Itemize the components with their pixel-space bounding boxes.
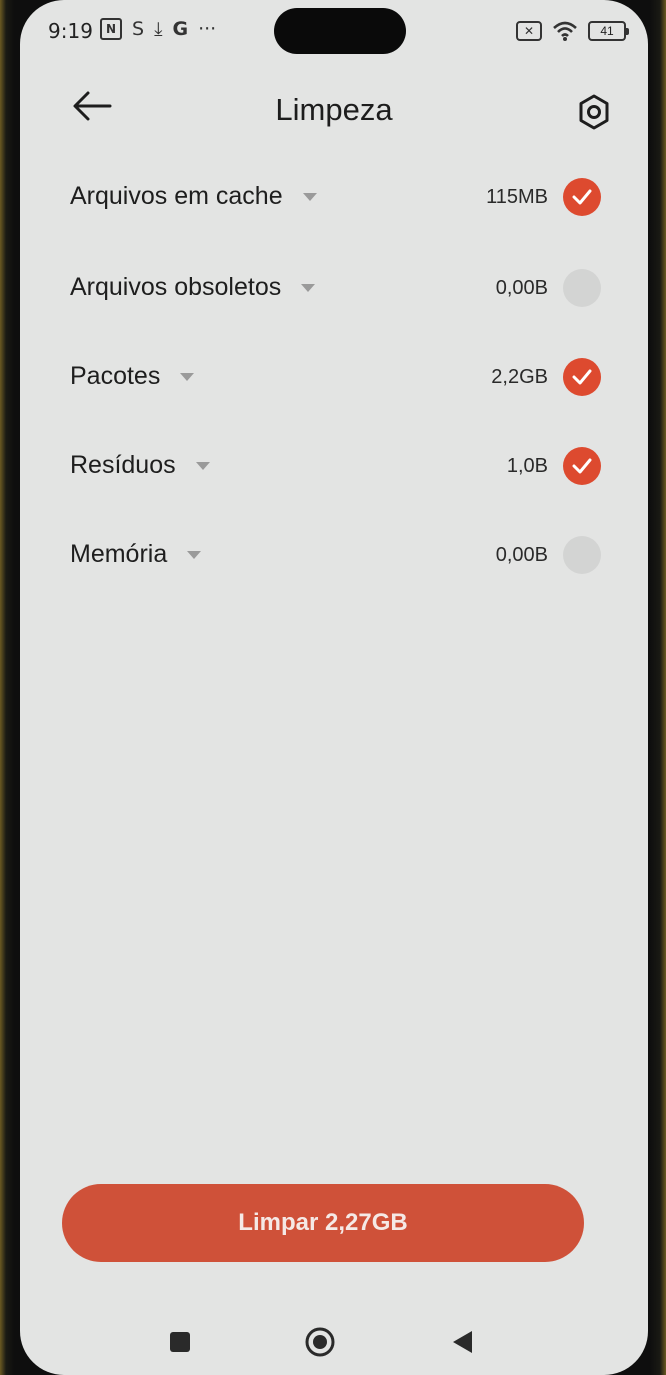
item-label: Memória xyxy=(70,540,202,569)
sync-icon: S xyxy=(132,18,145,40)
item-size: 115MB xyxy=(486,186,548,208)
nav-back-button[interactable] xyxy=(446,1326,478,1358)
checkmark-icon xyxy=(572,369,592,385)
more-icon: ··· xyxy=(198,18,217,40)
item-label: Pacotes xyxy=(70,362,195,391)
status-icons-right: ✕ 41 xyxy=(516,20,629,42)
checkbox-cache[interactable] xyxy=(563,178,601,216)
google-icon: G xyxy=(172,18,189,40)
triangle-back-icon xyxy=(453,1331,472,1353)
checkbox-obsolete[interactable] xyxy=(563,269,601,307)
battery-icon: 41 xyxy=(588,21,629,41)
clean-button[interactable]: Limpar 2,27GB xyxy=(62,1184,584,1262)
item-label: Arquivos em cache xyxy=(70,182,317,211)
page-title: Limpeza xyxy=(275,92,393,127)
item-size: 1,0B xyxy=(506,455,548,477)
caret-down-icon xyxy=(180,373,195,382)
list-item-packages[interactable]: Pacotes 2,2GB xyxy=(20,348,648,408)
home-button[interactable] xyxy=(304,1326,336,1358)
status-time: 9:19 xyxy=(48,19,93,43)
wifi-icon xyxy=(553,21,577,41)
header: Limpeza xyxy=(20,80,648,144)
list-item-obsolete[interactable]: Arquivos obsoletos 0,00B xyxy=(20,259,648,319)
checkbox-packages[interactable] xyxy=(563,358,601,396)
caret-down-icon xyxy=(195,462,210,471)
item-label: Arquivos obsoletos xyxy=(70,273,316,302)
checkmark-icon xyxy=(572,189,592,205)
hexagon-settings-icon xyxy=(579,94,609,130)
item-label: Resíduos xyxy=(70,451,210,480)
nfc-icon: N xyxy=(100,18,122,40)
status-icons-left: N S ⤓ G ··· xyxy=(100,16,216,42)
item-size: 0,00B xyxy=(495,544,548,566)
list-item-cache[interactable]: Arquivos em cache 115MB xyxy=(20,168,648,228)
caret-down-icon xyxy=(301,284,316,293)
download-icon: ⤓ xyxy=(154,18,163,40)
status-bar: 9:19 N S ⤓ G ··· ✕ 41 xyxy=(20,0,648,60)
item-size: 0,00B xyxy=(495,277,548,299)
recent-apps-button[interactable] xyxy=(164,1326,196,1358)
item-size: 2,2GB xyxy=(491,366,548,388)
camera-cutout xyxy=(274,8,406,54)
circle-home-icon xyxy=(305,1327,335,1357)
square-icon xyxy=(170,1332,190,1352)
checkbox-residues[interactable] xyxy=(563,447,601,485)
no-sim-icon: ✕ xyxy=(516,21,542,41)
caret-down-icon xyxy=(187,551,202,560)
screen: 9:19 N S ⤓ G ··· ✕ 41 Limpeza Arquivos e… xyxy=(20,0,648,1375)
caret-down-icon xyxy=(302,193,317,202)
list-item-memory[interactable]: Memória 0,00B xyxy=(20,526,648,586)
navigation-bar xyxy=(20,1310,648,1370)
checkmark-icon xyxy=(572,458,592,474)
checkbox-memory[interactable] xyxy=(563,536,601,574)
list-item-residues[interactable]: Resíduos 1,0B xyxy=(20,437,648,497)
settings-button[interactable] xyxy=(574,92,614,132)
